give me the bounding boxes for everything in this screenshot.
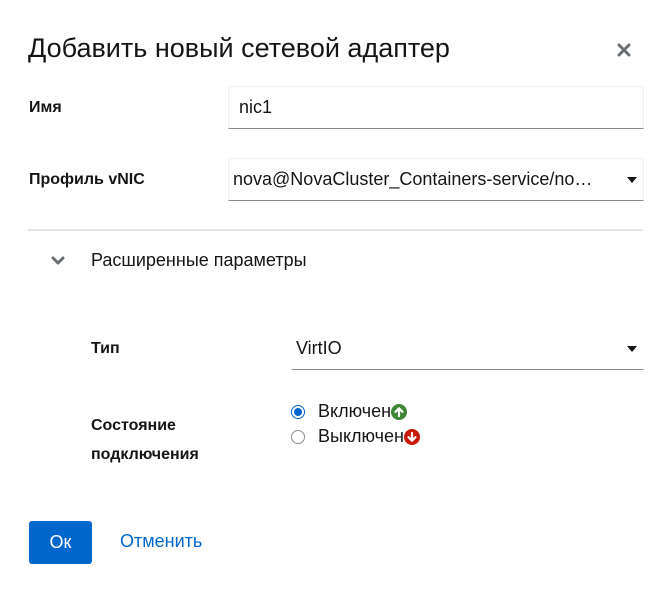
vnic-profile-select[interactable]: nova@NovaCluster_Containers-service/no… bbox=[228, 158, 644, 201]
type-value: VirtIO bbox=[296, 338, 342, 358]
add-network-adapter-dialog: Добавить новый сетевой адаптер Имя Профи… bbox=[0, 0, 672, 592]
link-state-off-label: Выключен bbox=[318, 426, 404, 446]
link-state-on-label: Включен bbox=[318, 401, 392, 421]
link-state-off-option[interactable]: Выключен bbox=[291, 426, 420, 447]
vnic-profile-value: nova@NovaCluster_Containers-service/no… bbox=[233, 169, 593, 189]
link-state-label-line2: подключения bbox=[91, 446, 199, 463]
dialog-title: Добавить новый сетевой адаптер bbox=[28, 33, 450, 63]
name-input[interactable] bbox=[228, 86, 644, 129]
close-button[interactable] bbox=[612, 38, 636, 62]
link-state-label-line1: Состояние bbox=[91, 417, 176, 434]
advanced-parameters-toggle[interactable]: Расширенные параметры bbox=[48, 250, 307, 271]
advanced-parameters-label: Расширенные параметры bbox=[91, 250, 307, 270]
type-select[interactable]: VirtIO bbox=[291, 327, 644, 370]
link-state-on-option[interactable]: Включен bbox=[291, 401, 408, 422]
link-state-label: Состояние подключения bbox=[91, 411, 199, 469]
name-label: Имя bbox=[29, 99, 62, 116]
type-label: Тип bbox=[91, 340, 120, 357]
down-arrow-icon bbox=[403, 428, 420, 445]
divider bbox=[28, 229, 643, 231]
vnic-profile-label: Профиль vNIC bbox=[29, 171, 145, 188]
chevron-down-icon bbox=[48, 251, 68, 271]
close-icon bbox=[617, 43, 631, 57]
link-state-on-radio[interactable] bbox=[291, 404, 305, 419]
chevron-down-icon bbox=[627, 176, 637, 183]
up-arrow-icon bbox=[391, 403, 408, 420]
chevron-down-icon bbox=[627, 345, 637, 352]
ok-button[interactable]: Ок bbox=[29, 521, 92, 564]
cancel-button[interactable]: Отменить bbox=[120, 531, 202, 552]
link-state-off-radio[interactable] bbox=[291, 429, 305, 444]
